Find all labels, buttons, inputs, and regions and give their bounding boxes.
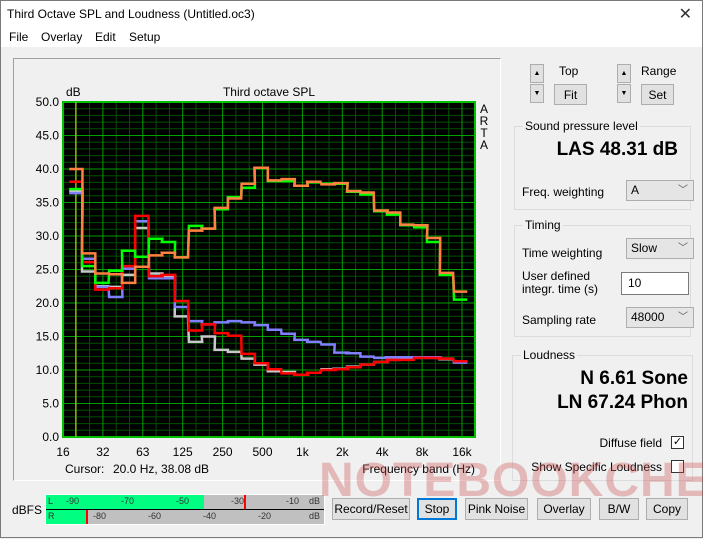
meter-tick: dB bbox=[309, 511, 321, 521]
meter-tick: -40 bbox=[203, 511, 217, 521]
x-tick-label: 16k bbox=[452, 445, 472, 459]
integ-time-label-2: integr. time (s) bbox=[522, 282, 599, 296]
bw-button[interactable]: B/W bbox=[599, 498, 639, 520]
top-label: Top bbox=[559, 64, 579, 78]
meter-tick: -90 bbox=[66, 496, 80, 506]
x-tick-label: 4k bbox=[376, 445, 390, 459]
meter-left-channel: L -90 -70 -50 -30 -10 dB bbox=[46, 495, 324, 509]
chevron-down-icon: ﹀ bbox=[678, 185, 688, 196]
x-tick-label: 125 bbox=[173, 445, 193, 459]
y-tick-label: 45.0 bbox=[36, 129, 60, 143]
range-label: Range bbox=[641, 64, 677, 78]
diffuse-field-label: Diffuse field bbox=[599, 436, 662, 450]
diffuse-field-checkbox[interactable]: ✓ bbox=[671, 436, 684, 449]
range-down-button[interactable]: ▼ bbox=[617, 84, 631, 103]
specific-loudness-checkbox[interactable] bbox=[671, 460, 684, 473]
dbfs-label: dBFS bbox=[12, 503, 43, 517]
spl-group: Sound pressure level LAS 48.31 dB Freq. … bbox=[514, 119, 694, 210]
time-weighting-label: Time weighting bbox=[522, 246, 603, 260]
top-down-button[interactable]: ▼ bbox=[530, 84, 544, 103]
meter-tick: dB bbox=[309, 496, 321, 506]
freq-weighting-select[interactable]: A ﹀ bbox=[626, 180, 694, 201]
time-weighting-value: Slow bbox=[631, 241, 658, 255]
x-tick-label: 2k bbox=[336, 445, 350, 459]
fit-button[interactable]: Fit bbox=[554, 84, 587, 105]
time-weighting-select[interactable]: Slow ﹀ bbox=[626, 238, 694, 259]
level-meter: L -90 -70 -50 -30 -10 dB R -80 -60 -40 -… bbox=[45, 494, 325, 525]
y-tick-label: 15.0 bbox=[36, 330, 60, 344]
cursor-readout: 20.0 Hz, 38.08 dB bbox=[113, 462, 209, 476]
integ-time-input[interactable]: 10 bbox=[621, 272, 689, 295]
timing-group-label: Timing bbox=[523, 218, 563, 232]
left-channel-label: L bbox=[48, 496, 54, 506]
freq-weighting-label: Freq. weighting bbox=[522, 185, 605, 199]
loudness-group: Loudness N 6.61 Sone LN 67.24 Phon Diffu… bbox=[512, 348, 693, 481]
integ-time-label-1: User defined bbox=[522, 269, 591, 283]
x-tick-label: 8k bbox=[416, 445, 430, 459]
app-window: Third Octave SPL and Loudness (Untitled.… bbox=[0, 0, 703, 538]
loudness-sone: N 6.61 Sone bbox=[580, 368, 688, 389]
overlay-button[interactable]: Overlay bbox=[537, 498, 591, 520]
freq-weighting-value: A bbox=[631, 183, 640, 197]
brand-a2: A bbox=[480, 138, 488, 152]
x-tick-label: 500 bbox=[252, 445, 272, 459]
spl-group-label: Sound pressure level bbox=[523, 119, 640, 133]
sampling-rate-select[interactable]: 48000 ﹀ bbox=[626, 307, 694, 328]
y-tick-label: 10.0 bbox=[36, 363, 60, 377]
set-button[interactable]: Set bbox=[641, 84, 674, 105]
timing-group: Timing Time weighting Slow ﹀ User defined… bbox=[514, 218, 694, 337]
loudness-group-label: Loudness bbox=[521, 348, 578, 362]
chevron-down-icon: ﹀ bbox=[678, 243, 688, 254]
y-tick-label: 20.0 bbox=[36, 296, 60, 310]
sampling-rate-label: Sampling rate bbox=[522, 313, 597, 327]
meter-tick: -50 bbox=[176, 496, 190, 506]
y-tick-label: 40.0 bbox=[36, 162, 60, 176]
y-tick-label: 25.0 bbox=[36, 263, 60, 277]
pink-noise-button[interactable]: Pink Noise bbox=[465, 498, 528, 520]
right-channel-label: R bbox=[48, 511, 55, 521]
y-tick-label: 35.0 bbox=[36, 196, 60, 210]
chevron-down-icon: ﹀ bbox=[678, 312, 688, 323]
y-tick-label: 30.0 bbox=[36, 229, 60, 243]
meter-tick: -30 bbox=[231, 496, 245, 506]
sampling-rate-value: 48000 bbox=[631, 310, 665, 324]
right-peak-marker bbox=[86, 510, 89, 524]
range-up-button[interactable]: ▲ bbox=[617, 64, 631, 83]
meter-tick: -60 bbox=[148, 511, 162, 521]
record-reset-button[interactable]: Record/Reset bbox=[332, 498, 410, 520]
x-tick-label: 63 bbox=[136, 445, 150, 459]
meter-tick: -70 bbox=[121, 496, 135, 506]
top-up-button[interactable]: ▲ bbox=[530, 64, 544, 83]
meter-right-channel: R -80 -60 -40 -20 dB bbox=[46, 510, 324, 524]
specific-loudness-label: Show Specific Loudness bbox=[531, 460, 662, 474]
meter-tick: -20 bbox=[258, 511, 272, 521]
x-tick-label: 16 bbox=[56, 445, 70, 459]
las-value: LAS 48.31 dB bbox=[556, 139, 678, 160]
left-peak-marker bbox=[243, 495, 246, 509]
loudness-phon: LN 67.24 Phon bbox=[557, 392, 688, 413]
y-tick-label: 0.0 bbox=[42, 430, 59, 444]
x-tick-label: 32 bbox=[96, 445, 110, 459]
stop-button[interactable]: Stop bbox=[417, 498, 457, 520]
cursor-label: Cursor: bbox=[65, 462, 104, 476]
x-tick-label: 1k bbox=[296, 445, 310, 459]
x-tick-label: 250 bbox=[213, 445, 233, 459]
copy-button[interactable]: Copy bbox=[646, 498, 688, 520]
y-tick-label: 50.0 bbox=[36, 95, 60, 109]
chart-title: Third octave SPL bbox=[223, 85, 315, 99]
meter-tick: -10 bbox=[286, 496, 300, 506]
y-tick-label: 5.0 bbox=[42, 397, 59, 411]
meter-tick: -80 bbox=[93, 511, 107, 521]
y-unit-label: dB bbox=[66, 85, 81, 99]
x-axis-label: Frequency band (Hz) bbox=[362, 462, 475, 476]
